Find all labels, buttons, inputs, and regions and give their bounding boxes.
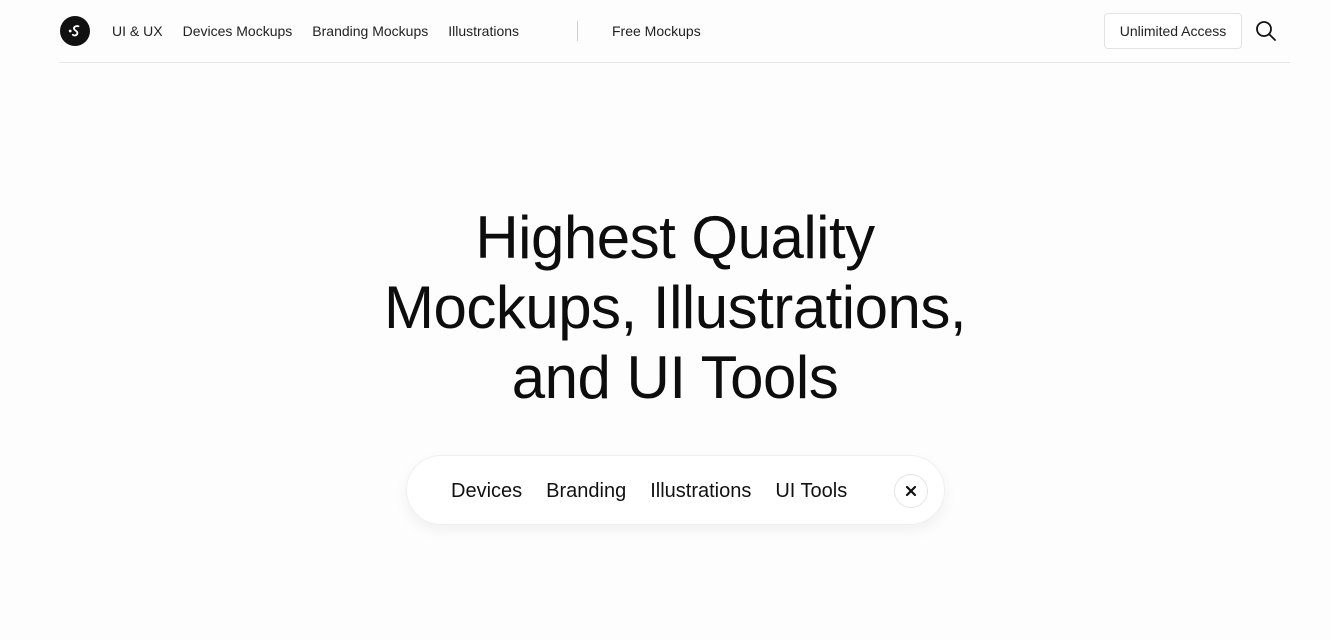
hero-title-line-2: Mockups, Illustrations,	[383, 274, 967, 341]
filter-ui-tools[interactable]: UI Tools	[775, 480, 847, 503]
nav-divider	[577, 21, 578, 41]
filter-devices[interactable]: Devices	[451, 480, 522, 503]
hero-title-line-3: and UI Tools	[511, 344, 839, 411]
filter-items: Devices Branding Illustrations UI Tools	[451, 456, 871, 526]
nav-link-illustrations[interactable]: Illustrations	[448, 23, 519, 39]
close-icon[interactable]	[894, 474, 928, 508]
search-icon[interactable]	[1254, 19, 1278, 43]
search-glyph	[1256, 21, 1276, 41]
close-glyph	[905, 485, 917, 497]
nav-link-devices-mockups[interactable]: Devices Mockups	[183, 23, 293, 39]
filter-illustrations[interactable]: Illustrations	[650, 480, 751, 503]
hero-title-line-1: Highest Quality	[475, 204, 875, 271]
unlimited-access-button[interactable]: Unlimited Access	[1104, 13, 1242, 49]
category-filter-bar: Devices Branding Illustrations UI Tools	[406, 455, 945, 525]
nav-link-ui-ux[interactable]: UI & UX	[112, 23, 163, 39]
filter-branding[interactable]: Branding	[546, 480, 626, 503]
nav-link-free-mockups[interactable]: Free Mockups	[612, 0, 701, 62]
brand-logo-icon[interactable]	[60, 16, 90, 46]
logo-mark	[68, 25, 80, 37]
hero-title: Highest Quality Mockups, Illustrations, …	[265, 203, 1085, 413]
nav-link-branding-mockups[interactable]: Branding Mockups	[312, 23, 428, 39]
main-navigation: UI & UX Devices Mockups Branding Mockups…	[112, 0, 539, 62]
site-header: UI & UX Devices Mockups Branding Mockups…	[59, 0, 1290, 63]
